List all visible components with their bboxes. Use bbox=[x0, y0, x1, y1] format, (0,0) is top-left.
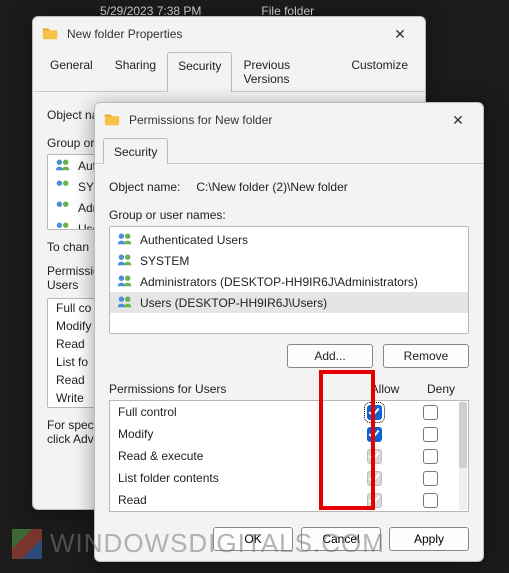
users-icon bbox=[116, 231, 134, 248]
allow-checkbox[interactable] bbox=[367, 493, 382, 508]
deny-checkbox[interactable] bbox=[423, 493, 438, 508]
deny-checkbox[interactable] bbox=[423, 427, 438, 442]
remove-button[interactable]: Remove bbox=[383, 344, 469, 368]
allow-header: Allow bbox=[357, 382, 413, 396]
perm-for-label: Permissions for Users bbox=[109, 382, 357, 396]
allow-checkbox[interactable] bbox=[367, 427, 382, 442]
perm-row: List folder contents bbox=[110, 467, 458, 489]
watermark: WINDOWSDIGITALS.COM bbox=[12, 528, 385, 559]
perm-row: Read & execute bbox=[110, 445, 458, 467]
perm-name: Read & execute bbox=[118, 449, 346, 463]
perm-group-label: Group or user names: bbox=[109, 208, 469, 222]
scrollbar-handle[interactable] bbox=[459, 402, 467, 468]
perm-users-list[interactable]: Authenticated Users SYSTEM Administrator… bbox=[109, 226, 469, 334]
advanced-hint: For spec click Adv bbox=[47, 418, 99, 446]
allow-checkbox[interactable] bbox=[367, 471, 382, 486]
add-button[interactable]: Add... bbox=[287, 344, 373, 368]
permissions-title: Permissions for New folder bbox=[129, 113, 433, 127]
tab-sharing[interactable]: Sharing bbox=[104, 51, 167, 91]
permissions-body: Object name: C:\New folder (2)\New folde… bbox=[95, 164, 483, 522]
perm-name: Modify bbox=[118, 427, 346, 441]
folder-icon bbox=[41, 24, 59, 45]
permissions-window: Permissions for New folder ✕ Security Ob… bbox=[94, 102, 484, 562]
users-list-partial[interactable]: Aut SY Adr Use bbox=[47, 154, 99, 230]
user-row-administrators[interactable]: Administrators (DESKTOP-HH9IR6J\Administ… bbox=[110, 271, 468, 292]
tab-customize[interactable]: Customize bbox=[340, 51, 419, 91]
folder-icon bbox=[103, 110, 121, 131]
properties-title: New folder Properties bbox=[67, 27, 375, 41]
perm-label-short: Permissio Users bbox=[47, 264, 99, 292]
perm-row: Read bbox=[110, 489, 458, 511]
watermark-text: WINDOWSDIGITALS.COM bbox=[50, 528, 385, 559]
users-icon bbox=[116, 294, 134, 311]
tab-previous-versions[interactable]: Previous Versions bbox=[232, 51, 340, 91]
users-icon bbox=[54, 199, 72, 216]
deny-header: Deny bbox=[413, 382, 469, 396]
permissions-titlebar: Permissions for New folder ✕ bbox=[95, 103, 483, 137]
user-row-authenticated[interactable]: Authenticated Users bbox=[110, 229, 468, 250]
change-hint: To chan bbox=[47, 240, 99, 254]
properties-titlebar: New folder Properties ✕ bbox=[33, 17, 425, 51]
deny-checkbox[interactable] bbox=[423, 449, 438, 464]
watermark-logo-icon bbox=[12, 529, 42, 559]
permissions-close-button[interactable]: ✕ bbox=[441, 106, 475, 134]
perm-name: Full control bbox=[118, 405, 346, 419]
users-icon bbox=[54, 220, 72, 230]
perm-name: List folder contents bbox=[118, 471, 346, 485]
apply-button[interactable]: Apply bbox=[389, 527, 469, 551]
perm-object-path: C:\New folder (2)\New folder bbox=[196, 180, 347, 194]
tab-general[interactable]: General bbox=[39, 51, 104, 91]
deny-checkbox[interactable] bbox=[423, 405, 438, 420]
permissions-tabs: Security bbox=[95, 137, 483, 164]
perm-name: Read bbox=[118, 493, 346, 507]
perm-tab-security[interactable]: Security bbox=[103, 138, 168, 164]
users-icon bbox=[54, 178, 72, 195]
perm-checkbox-list: Full control Modify Read & execute List fol… bbox=[109, 400, 469, 512]
properties-close-button[interactable]: ✕ bbox=[383, 20, 417, 48]
perm-headers: Permissions for Users Allow Deny bbox=[109, 382, 469, 396]
deny-checkbox[interactable] bbox=[423, 471, 438, 486]
add-remove-buttons: Add... Remove bbox=[109, 344, 469, 368]
user-row-users[interactable]: Users (DESKTOP-HH9IR6J\Users) bbox=[110, 292, 468, 313]
users-icon bbox=[54, 157, 72, 174]
users-icon bbox=[116, 273, 134, 290]
perm-row: Full control bbox=[110, 401, 458, 423]
users-icon bbox=[116, 252, 134, 269]
tab-security[interactable]: Security bbox=[167, 52, 232, 92]
perm-row: Modify bbox=[110, 423, 458, 445]
perm-object-label: Object name: bbox=[109, 180, 180, 194]
allow-checkbox[interactable] bbox=[367, 405, 382, 420]
user-row-system[interactable]: SYSTEM bbox=[110, 250, 468, 271]
properties-tabs: General Sharing Security Previous Versio… bbox=[33, 51, 425, 92]
perm-list-partial: Full co Modify Read List fo Read Write bbox=[47, 298, 99, 408]
allow-checkbox[interactable] bbox=[367, 449, 382, 464]
